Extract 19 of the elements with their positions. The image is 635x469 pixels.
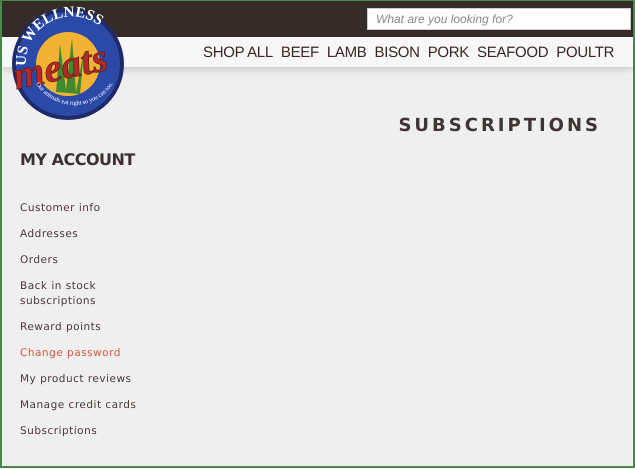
nav-link[interactable]: BEEF <box>280 44 319 60</box>
sidebar-link[interactable]: Customer info <box>20 201 150 216</box>
nav-link[interactable]: PORK <box>428 44 470 60</box>
page-title: SUBSCRIPTIONS <box>398 115 601 136</box>
sidebar-link[interactable]: Subscriptions <box>20 424 150 439</box>
nav-link[interactable]: LAMB <box>326 44 367 60</box>
sidebar-link[interactable]: Orders <box>20 253 150 268</box>
sidebar-link[interactable]: Manage credit cards <box>20 398 150 413</box>
nav-link[interactable]: SEAFOOD <box>477 44 548 60</box>
sidebar-link[interactable]: My product reviews <box>20 372 150 387</box>
search-field[interactable]: What are you looking for? <box>367 8 631 30</box>
sidebar-link[interactable]: Reward points <box>20 320 150 335</box>
sidebar-title: MY ACCOUNT <box>20 150 136 169</box>
nav-link[interactable]: BISON <box>374 44 420 60</box>
nav-link[interactable]: SHOP ALL <box>203 44 273 60</box>
sidebar-link[interactable]: Back in stock subscriptions <box>20 279 150 309</box>
sidebar-link[interactable]: Addresses <box>20 227 150 242</box>
sidebar-link[interactable]: Change password <box>20 346 150 361</box>
nav-link[interactable]: POULTR <box>556 44 614 60</box>
